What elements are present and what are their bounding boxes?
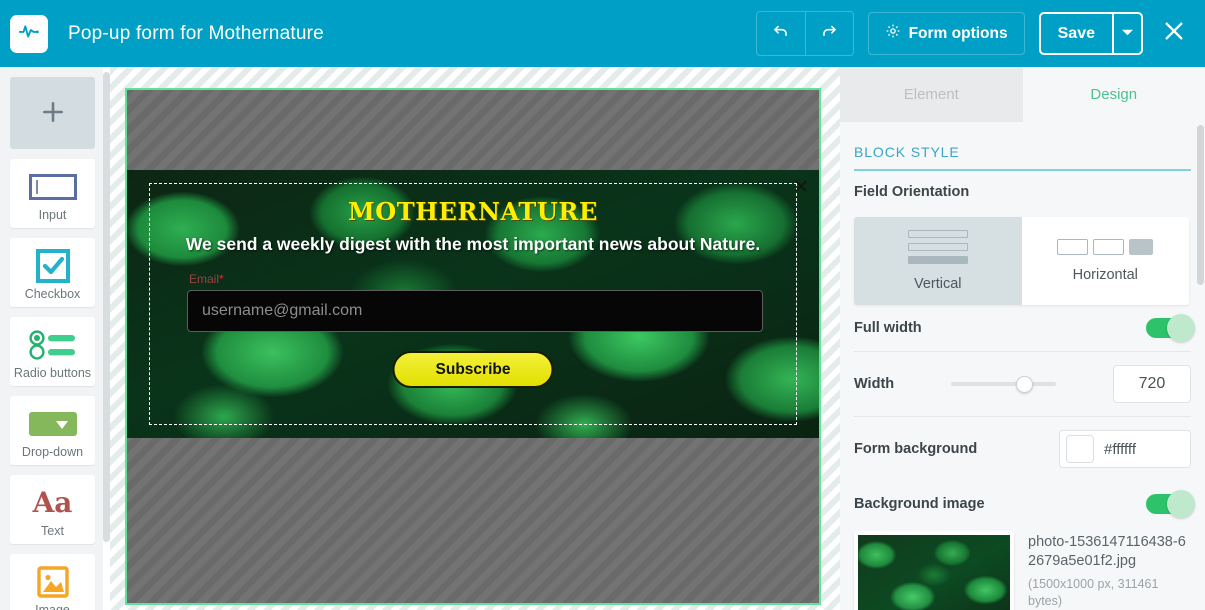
width-row: Width 720 bbox=[854, 351, 1191, 416]
form-background-row: Form background #ffffff bbox=[854, 416, 1191, 481]
design-panel: Element Design BLOCK STYLE Field Orienta… bbox=[840, 67, 1205, 610]
orientation-vertical-option[interactable]: Vertical bbox=[854, 217, 1022, 305]
page-title: Pop-up form for Mothernature bbox=[68, 22, 324, 44]
popup-subtitle: We send a weekly digest with the most im… bbox=[185, 234, 761, 254]
required-mark: * bbox=[219, 272, 224, 286]
form-builder-app: Pop-up form for Mothernature Form option… bbox=[0, 0, 1205, 610]
form-options-button[interactable]: Form options bbox=[867, 12, 1025, 55]
radio-buttons-icon bbox=[28, 325, 78, 365]
orientation-vertical-label: Vertical bbox=[913, 276, 962, 292]
form-background-color-value: #ffffff bbox=[1104, 440, 1136, 458]
color-swatch[interactable] bbox=[1066, 435, 1094, 463]
thumbnail-image bbox=[858, 535, 1010, 610]
sidebar-item-label: Input bbox=[38, 208, 67, 222]
element-palette: Input Checkbox Radio buttons Drop-down A… bbox=[0, 67, 103, 610]
top-toolbar: Pop-up form for Mothernature Form option… bbox=[0, 0, 1205, 67]
panel-scrollbar[interactable] bbox=[1197, 125, 1204, 285]
redo-button[interactable] bbox=[804, 12, 853, 55]
subscribe-button[interactable]: Subscribe bbox=[392, 351, 554, 388]
background-image-meta: (1500x1000 px, 311461 bytes) bbox=[1028, 577, 1159, 608]
form-background-color-field[interactable]: #ffffff bbox=[1059, 430, 1191, 468]
width-slider[interactable] bbox=[951, 374, 1057, 394]
toggle-knob bbox=[1167, 490, 1195, 518]
background-image-filename: photo-1536147116438-62679a5e01f2.jpg bbox=[1028, 534, 1186, 569]
sidebar-item-label: Radio buttons bbox=[13, 366, 92, 380]
email-field-label: Email* bbox=[189, 272, 224, 286]
sidebar-item-label: Image bbox=[35, 603, 70, 610]
form-page: ✕ MOTHERNATURE We send a weekly digest w… bbox=[125, 88, 821, 605]
slider-track bbox=[951, 382, 1057, 386]
gear-icon bbox=[885, 23, 901, 44]
orientation-horizontal-option[interactable]: Horizontal bbox=[1021, 217, 1189, 305]
sidebar-item-checkbox[interactable]: Checkbox bbox=[10, 238, 95, 307]
field-orientation-options: Vertical Horizontal bbox=[854, 217, 1189, 305]
undo-button[interactable] bbox=[757, 12, 805, 55]
email-input[interactable]: username@gmail.com bbox=[187, 290, 763, 332]
tab-element[interactable]: Element bbox=[840, 67, 1023, 122]
block-style-heading: BLOCK STYLE bbox=[854, 144, 1191, 171]
background-image-fileinfo: photo-1536147116438-62679a5e01f2.jpg (15… bbox=[1028, 531, 1191, 610]
tab-design[interactable]: Design bbox=[1022, 67, 1205, 122]
popup-title: MOTHERNATURE bbox=[348, 197, 598, 226]
palette-scrollbar[interactable] bbox=[103, 72, 110, 542]
form-options-label: Form options bbox=[908, 24, 1008, 42]
field-orientation-label: Field Orientation bbox=[854, 184, 970, 200]
text-aa-icon: Aa bbox=[32, 486, 73, 519]
toolbar-actions: Form options Save bbox=[755, 11, 1193, 56]
text-input-icon bbox=[28, 167, 77, 207]
field-orientation-row: Field Orientation bbox=[854, 171, 1191, 213]
checkbox-icon bbox=[35, 246, 70, 286]
plus-icon bbox=[40, 99, 66, 130]
background-image-thumbnail[interactable] bbox=[854, 531, 1014, 610]
undo-redo-group bbox=[755, 11, 854, 56]
popup-form-block[interactable]: ✕ MOTHERNATURE We send a weekly digest w… bbox=[127, 170, 819, 438]
full-width-label: Full width bbox=[854, 320, 922, 336]
sidebar-item-image[interactable]: Image bbox=[10, 554, 95, 610]
full-width-row: Full width bbox=[854, 305, 1195, 351]
sidebar-item-label: Text bbox=[41, 524, 64, 538]
form-background-label: Form background bbox=[854, 441, 978, 457]
sidebar-item-radio-buttons[interactable]: Radio buttons bbox=[10, 317, 95, 386]
toggle-knob bbox=[1167, 314, 1195, 342]
panel-tabs: Element Design bbox=[840, 67, 1205, 122]
sidebar-item-input[interactable]: Input bbox=[10, 159, 95, 228]
redo-arrow-icon bbox=[820, 21, 839, 46]
vertical-layout-icon bbox=[907, 230, 968, 264]
save-dropdown-button[interactable] bbox=[1112, 14, 1141, 53]
width-input[interactable]: 720 bbox=[1112, 365, 1191, 403]
pulse-icon bbox=[18, 20, 40, 47]
sidebar-item-drop-down[interactable]: Drop-down bbox=[10, 396, 95, 465]
width-label: Width bbox=[854, 376, 895, 392]
dropdown-icon bbox=[28, 404, 77, 444]
background-image-toggle[interactable] bbox=[1146, 490, 1195, 518]
background-image-row: Background image bbox=[854, 481, 1195, 527]
app-logo bbox=[10, 14, 48, 53]
sidebar-item-label: Drop-down bbox=[21, 445, 84, 459]
sidebar-item-text[interactable]: Aa Text bbox=[10, 475, 95, 544]
background-image-preview-row: photo-1536147116438-62679a5e01f2.jpg (15… bbox=[854, 531, 1191, 610]
form-canvas: ✕ MOTHERNATURE We send a weekly digest w… bbox=[110, 67, 840, 610]
save-button[interactable]: Save bbox=[1041, 14, 1112, 53]
sidebar-item-label: Checkbox bbox=[24, 287, 81, 301]
add-block-button[interactable] bbox=[10, 77, 95, 149]
image-icon bbox=[36, 562, 69, 602]
orientation-horizontal-label: Horizontal bbox=[1072, 267, 1138, 283]
horizontal-layout-icon bbox=[1057, 239, 1154, 255]
email-label-text: Email bbox=[189, 272, 220, 286]
close-editor-button[interactable] bbox=[1159, 19, 1189, 49]
full-width-toggle[interactable] bbox=[1146, 314, 1195, 342]
slider-thumb[interactable] bbox=[1016, 376, 1034, 393]
background-image-label: Background image bbox=[854, 496, 985, 512]
chevron-down-icon bbox=[1122, 28, 1133, 39]
popup-close-icon[interactable]: ✕ bbox=[793, 178, 809, 197]
undo-arrow-icon bbox=[771, 21, 790, 46]
save-button-group: Save bbox=[1038, 12, 1143, 55]
close-x-icon bbox=[1163, 20, 1185, 47]
